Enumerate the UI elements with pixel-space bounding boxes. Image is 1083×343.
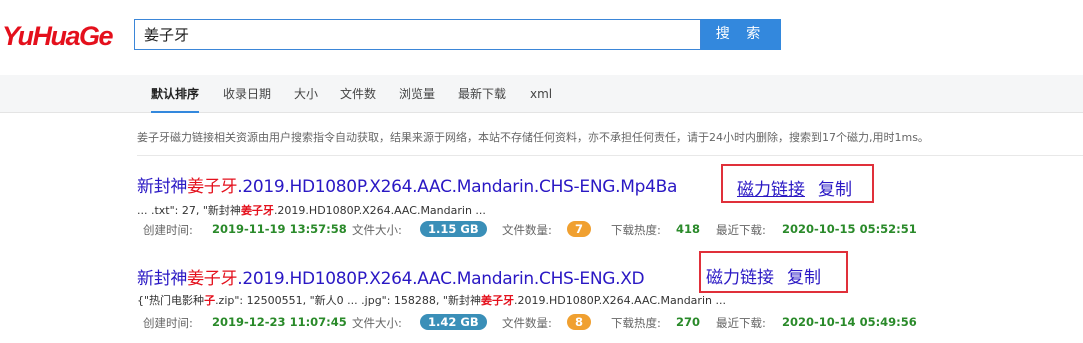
tab-latest-download[interactable]: 最新下载 xyxy=(458,75,506,113)
copy-button[interactable]: 复制 xyxy=(787,263,821,288)
count-badge: 8 xyxy=(567,314,591,330)
magnet-actions-box: 磁力链接 复制 xyxy=(699,251,848,293)
heat-value: 270 xyxy=(676,315,701,329)
count-badge: 7 xyxy=(567,221,591,237)
header: YuHuaGe 搜 索 xyxy=(0,0,1083,75)
divider xyxy=(137,155,1083,156)
search-button[interactable]: 搜 索 xyxy=(701,19,781,50)
created-value: 2019-11-19 13:57:58 xyxy=(212,222,347,236)
result-title-link[interactable]: 新封神姜子牙.2019.HD1080P.X264.AAC.Mandarin.CH… xyxy=(137,172,677,197)
tab-size[interactable]: 大小 xyxy=(294,75,318,113)
sort-navbar: 默认排序 收录日期 大小 文件数 浏览量 最新下载 xml xyxy=(0,75,1083,113)
recent-label: 最近下载: xyxy=(716,316,766,330)
tab-index-date[interactable]: 收录日期 xyxy=(223,75,271,113)
magnet-link[interactable]: 磁力链接 xyxy=(706,263,774,288)
recent-value: 2020-10-15 05:52:51 xyxy=(782,222,917,236)
magnet-link[interactable]: 磁力链接 xyxy=(737,175,805,200)
result-snippet: ... .txt": 27, "新封神姜子牙.2019.HD1080P.X264… xyxy=(137,204,486,217)
size-label: 文件大小: xyxy=(352,316,402,330)
tab-views[interactable]: 浏览量 xyxy=(399,75,435,113)
site-logo[interactable]: YuHuaGe xyxy=(2,21,114,52)
heat-value: 418 xyxy=(676,222,701,236)
created-value: 2019-12-23 11:07:45 xyxy=(212,315,347,329)
tab-xml[interactable]: xml xyxy=(530,75,552,113)
count-label: 文件数量: xyxy=(502,316,552,330)
result-meta: 创建时间: 2019-11-19 13:57:58 文件大小: 1.15 GB … xyxy=(137,221,1083,238)
tab-file-count[interactable]: 文件数 xyxy=(340,75,376,113)
magnet-actions-box: 磁力链接 复制 xyxy=(721,164,874,203)
created-label: 创建时间: xyxy=(143,316,193,330)
disclaimer-notice: 姜子牙磁力链接相关资源由用户搜索指令自动获取，结果来源于网络，本站不存储任何资料… xyxy=(137,131,929,144)
count-label: 文件数量: xyxy=(502,223,552,237)
size-badge: 1.15 GB xyxy=(420,221,487,237)
heat-label: 下载热度: xyxy=(611,223,661,237)
recent-label: 最近下载: xyxy=(716,223,766,237)
result-snippet: {"热门电影种子.zip": 12500551, "新人0 ... .jpg":… xyxy=(137,294,726,307)
result-title-link[interactable]: 新封神姜子牙.2019.HD1080P.X264.AAC.Mandarin.CH… xyxy=(137,264,645,289)
created-label: 创建时间: xyxy=(143,223,193,237)
result-meta: 创建时间: 2019-12-23 11:07:45 文件大小: 1.42 GB … xyxy=(137,314,1083,331)
heat-label: 下载热度: xyxy=(611,316,661,330)
size-badge: 1.42 GB xyxy=(420,314,487,330)
recent-value: 2020-10-14 05:49:56 xyxy=(782,315,917,329)
search-input[interactable] xyxy=(134,19,701,50)
tab-default-sort[interactable]: 默认排序 xyxy=(151,75,200,113)
size-label: 文件大小: xyxy=(352,223,402,237)
copy-button[interactable]: 复制 xyxy=(818,175,852,200)
